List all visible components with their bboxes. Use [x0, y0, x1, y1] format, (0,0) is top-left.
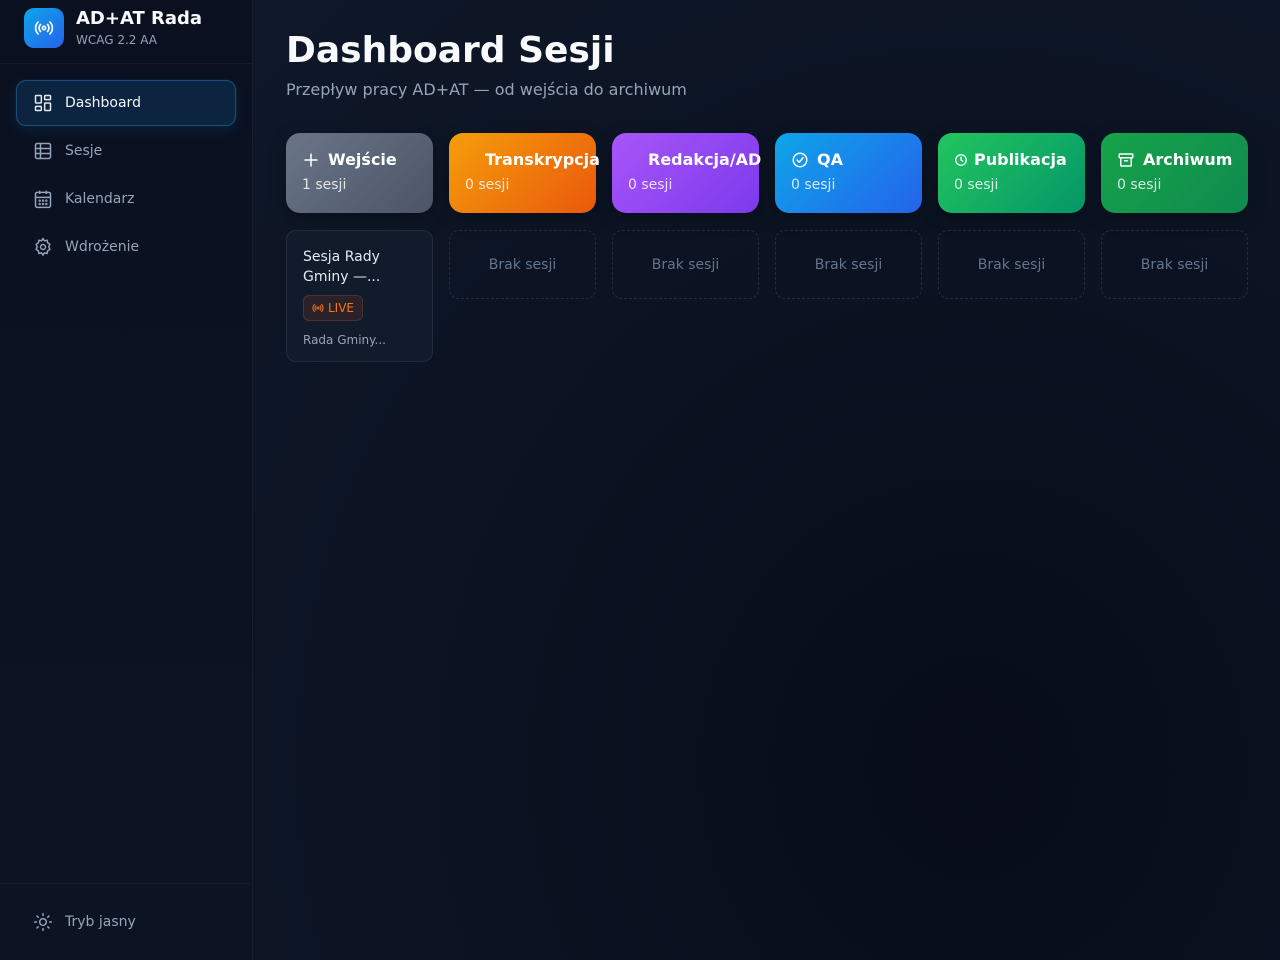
- main-content: Dashboard Sesji Przepływ pracy AD+AT — o…: [253, 0, 1280, 960]
- stage-publikacja[interactable]: Publikacja 0 sesji: [938, 133, 1085, 213]
- stage-label: Publikacja: [974, 150, 1067, 169]
- stage-transkrypcja[interactable]: Transkrypcja 0 sesji: [449, 133, 600, 213]
- empty-placeholder: Brak sesji: [612, 230, 759, 299]
- sidebar-item-sesje[interactable]: Sesje: [16, 128, 236, 174]
- empty-placeholder: Brak sesji: [938, 230, 1085, 299]
- stage-label: Transkrypcja: [485, 150, 600, 169]
- dashboard-icon: [33, 93, 53, 113]
- session-meta: Rada Gminy...: [303, 333, 386, 347]
- sidebar-item-wdrozenie[interactable]: Wdrożenie: [16, 224, 236, 270]
- sidebar-item-label: Dashboard: [65, 95, 141, 111]
- stage-redakcja[interactable]: Redakcja/AD 0 sesji: [612, 133, 762, 213]
- sidebar: AD+AT Rada WCAG 2.2 AA Dashboard Sesje K…: [0, 0, 253, 960]
- stage-count: 0 sesji: [1117, 177, 1162, 193]
- archive-icon: [1117, 151, 1135, 169]
- session-card[interactable]: Sesja Rady Gminy —... LIVE Rada Gminy...: [286, 230, 433, 362]
- gear-icon: [33, 237, 53, 257]
- stage-archiwum[interactable]: Archiwum 0 sesji: [1101, 133, 1248, 213]
- sun-icon: [33, 912, 53, 932]
- broadcast-icon: [24, 7, 64, 48]
- stage-label: Redakcja/AD: [648, 150, 762, 169]
- sidebar-item-label: Kalendarz: [65, 191, 135, 207]
- sidebar-nav: Dashboard Sesje Kalendarz Wdrożenie: [0, 64, 252, 272]
- app-subtitle: WCAG 2.2 AA: [76, 32, 158, 47]
- sidebar-item-label: Wdrożenie: [65, 239, 140, 255]
- stage-count: 0 sesji: [954, 177, 999, 193]
- stage-count: 0 sesji: [465, 177, 510, 193]
- stage-count: 1 sesji: [302, 177, 347, 193]
- column-publikacja: Publikacja 0 sesji Brak sesji: [938, 133, 1085, 362]
- check-circle-icon: [791, 151, 809, 169]
- plus-icon: [302, 151, 320, 169]
- sidebar-item-dashboard[interactable]: Dashboard: [16, 80, 236, 126]
- live-badge-label: LIVE: [328, 301, 355, 315]
- app-title: AD+AT Rada: [76, 7, 203, 29]
- calendar-icon: [33, 189, 53, 209]
- stage-wejscie[interactable]: Wejście 1 sesji: [286, 133, 433, 213]
- sidebar-item-kalendarz[interactable]: Kalendarz: [16, 176, 236, 222]
- page-subtitle: Przepływ pracy AD+AT — od wejścia do arc…: [286, 80, 687, 99]
- stage-qa[interactable]: QA 0 sesji: [775, 133, 922, 213]
- brand: AD+AT Rada WCAG 2.2 AA: [0, 0, 252, 64]
- stage-label: Archiwum: [1143, 150, 1233, 169]
- sidebar-item-label: Sesje: [65, 143, 103, 159]
- empty-placeholder: Brak sesji: [775, 230, 922, 299]
- theme-toggle-button[interactable]: Tryb jasny: [16, 899, 236, 945]
- workflow-board: Wejście 1 sesji Sesja Rady Gminy —... LI…: [286, 133, 1248, 362]
- empty-placeholder: Brak sesji: [1101, 230, 1248, 299]
- table-icon: [33, 141, 53, 161]
- session-title: Sesja Rady Gminy —...: [303, 249, 381, 285]
- stage-count: 0 sesji: [791, 177, 836, 193]
- stage-label: Wejście: [328, 150, 397, 169]
- clock-icon: [954, 151, 968, 169]
- column-archiwum: Archiwum 0 sesji Brak sesji: [1101, 133, 1248, 362]
- column-transkrypcja: Transkrypcja 0 sesji Brak sesji: [449, 133, 600, 362]
- sidebar-footer: Tryb jasny: [0, 883, 252, 960]
- live-badge: LIVE: [303, 295, 364, 321]
- empty-placeholder: Brak sesji: [449, 230, 596, 299]
- column-wejscie: Wejście 1 sesji Sesja Rady Gminy —... LI…: [286, 133, 433, 362]
- broadcast-icon: [312, 302, 324, 314]
- theme-toggle-label: Tryb jasny: [65, 914, 136, 930]
- stage-count: 0 sesji: [628, 177, 673, 193]
- column-qa: QA 0 sesji Brak sesji: [775, 133, 922, 362]
- page-title: Dashboard Sesji: [286, 30, 615, 71]
- column-redakcja: Redakcja/AD 0 sesji Brak sesji: [612, 133, 762, 362]
- stage-label: QA: [817, 150, 843, 169]
